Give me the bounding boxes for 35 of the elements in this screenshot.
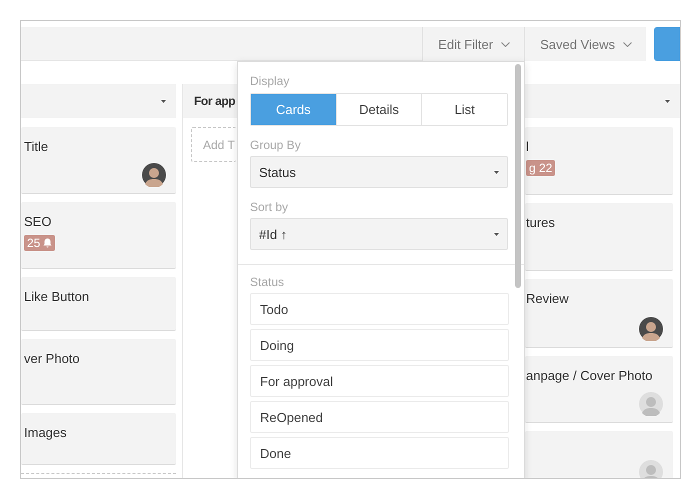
dropdown-button[interactable]: Edit Filter (422, 27, 524, 61)
card-title: Like Button (24, 289, 90, 304)
card-title: anpage / Cover Photo (526, 368, 654, 383)
status-item[interactable]: Todo (250, 293, 509, 325)
task-card[interactable]: Review (525, 279, 673, 348)
column-title: For app (194, 94, 236, 108)
due-date-badge: g 22 (526, 160, 556, 176)
status-item[interactable]: Doing (250, 329, 509, 361)
card-title: Images (24, 425, 68, 440)
task-card[interactable]: Images (21, 413, 176, 465)
card-title: l (526, 139, 530, 154)
status-item[interactable]: ReOpened (250, 401, 509, 433)
task-card[interactable]: ver Photo (21, 339, 176, 405)
task-card[interactable]: Title (21, 127, 176, 194)
sort-by-select[interactable]: #Id ↑ (250, 218, 508, 250)
status-item[interactable]: Done (250, 437, 509, 469)
card-title: Title (24, 139, 50, 154)
card-title: tures (526, 215, 556, 230)
card-title: Review (526, 291, 570, 306)
status-item[interactable]: For approval (250, 365, 509, 397)
due-date-badge: 25 (24, 235, 56, 251)
dropdown-button[interactable]: Saved Views (524, 27, 646, 61)
section-label: Display (250, 74, 290, 88)
view-toggle[interactable]: List (421, 94, 508, 125)
card-title: SEO (24, 214, 52, 229)
task-card[interactable]: tures (525, 203, 673, 271)
task-card[interactable]: anpage / Cover Photo (525, 356, 673, 423)
section-label: Status (250, 275, 286, 289)
section-label: Sort by (250, 200, 290, 214)
group-by-select[interactable]: Status (250, 156, 508, 188)
section-label: Group By (250, 138, 302, 152)
card-title: ver Photo (24, 351, 81, 366)
task-card[interactable]: SEO 25 (21, 202, 176, 269)
task-card[interactable]: l g 22 (525, 127, 673, 195)
task-card[interactable]: Like Button (21, 277, 176, 331)
